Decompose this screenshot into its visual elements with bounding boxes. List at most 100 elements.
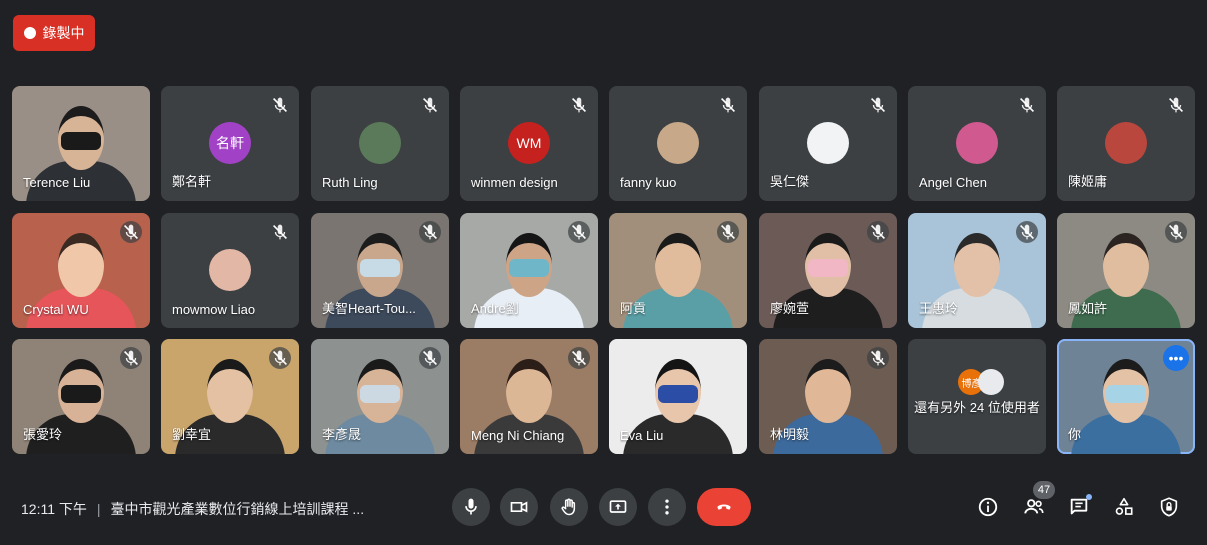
others-avatar <box>977 369 1004 395</box>
mic-off-icon <box>867 347 889 369</box>
mic-off-icon <box>568 94 590 116</box>
participant-name: Angel Chen <box>919 175 987 190</box>
self-view-tile[interactable]: ••• 你 <box>1057 339 1195 454</box>
participant-tile[interactable]: Andre劉 <box>460 213 598 328</box>
participant-grid: Terence Liu 名軒 鄭名軒 Ruth Ling WM winmen design… <box>12 86 1195 454</box>
participant-tile[interactable]: 林明毅 <box>759 339 897 454</box>
activities-icon <box>1115 497 1133 515</box>
participant-tile[interactable]: 鳳如許 <box>1057 213 1195 328</box>
participant-avatar <box>359 122 401 164</box>
mic-off-icon <box>1165 94 1187 116</box>
raise-hand-icon <box>561 498 576 516</box>
participant-tile[interactable]: 王惠玲 <box>908 213 1046 328</box>
meeting-info: 12:11 下午 | 臺中市觀光產業數位行銷線上培訓課程 ... <box>21 499 364 519</box>
participant-name: 鳳如許 <box>1068 301 1108 316</box>
participant-tile[interactable]: Crystal WU <box>12 213 150 328</box>
mic-off-icon <box>568 221 590 243</box>
participant-tile[interactable]: 美智Heart-Tou... <box>311 213 449 328</box>
mic-off-icon <box>867 94 889 116</box>
participant-name: 劉幸宜 <box>172 427 212 442</box>
participant-tile[interactable]: 阿貢 <box>609 213 747 328</box>
meeting-details-button[interactable] <box>975 494 1001 520</box>
participant-tile[interactable]: 陳姬庸 <box>1057 86 1195 201</box>
participant-name: 阿貢 <box>620 301 647 316</box>
meeting-info-separator: | <box>96 501 101 517</box>
participant-name: Andre劉 <box>471 301 519 316</box>
participant-tile[interactable]: 博彥 還有另外 24 位使用者 <box>908 339 1046 454</box>
participant-name: 廖婉萱 <box>770 301 810 316</box>
participant-tile[interactable]: Ruth Ling <box>311 86 449 201</box>
participant-tile[interactable]: 張愛玲 <box>12 339 150 454</box>
chat-button[interactable] <box>1066 494 1092 520</box>
participant-name: 你 <box>1068 427 1082 442</box>
recording-indicator: 錄製中 <box>13 15 95 51</box>
participant-tile[interactable]: Terence Liu <box>12 86 150 201</box>
participant-avatar <box>956 122 998 164</box>
participant-tile[interactable]: 李彥晟 <box>311 339 449 454</box>
chat-notification-dot <box>1086 494 1092 500</box>
bottom-toolbar: 12:11 下午 | 臺中市觀光產業數位行銷線上培訓課程 ... 47 <box>0 481 1207 538</box>
participant-name: 鄭名軒 <box>172 174 212 189</box>
present-screen-button[interactable] <box>599 488 637 526</box>
more-options-button[interactable] <box>648 488 686 526</box>
participant-name: Eva Liu <box>620 428 664 443</box>
mic-off-icon <box>867 221 889 243</box>
participant-name: mowmow Liao <box>172 302 256 317</box>
participant-name: 林明毅 <box>770 427 810 442</box>
participant-tile[interactable]: Meng Ni Chiang <box>460 339 598 454</box>
mic-icon <box>465 498 477 515</box>
participants-count-badge: 47 <box>1033 481 1055 499</box>
mic-off-icon <box>120 221 142 243</box>
meeting-time: 12:11 下午 <box>21 501 87 517</box>
raise-hand-button[interactable] <box>550 488 588 526</box>
participant-tile[interactable]: Angel Chen <box>908 86 1046 201</box>
participant-name: Meng Ni Chiang <box>471 428 565 443</box>
mic-off-icon <box>419 221 441 243</box>
mic-off-icon <box>1016 221 1038 243</box>
mic-off-icon <box>1016 94 1038 116</box>
participant-avatar <box>657 122 699 164</box>
participant-avatar: 名軒 <box>209 122 251 164</box>
people-button[interactable]: 47 <box>1021 481 1055 520</box>
meeting-title: 臺中市觀光產業數位行銷線上培訓課程 ... <box>110 501 365 517</box>
participant-tile[interactable]: 廖婉萱 <box>759 213 897 328</box>
participant-name: fanny kuo <box>620 175 677 190</box>
participant-avatar: WM <box>508 122 550 164</box>
end-call-button[interactable] <box>697 488 751 526</box>
participant-name: winmen design <box>471 175 558 190</box>
people-icon <box>1024 499 1044 514</box>
participant-tile[interactable]: 劉幸宜 <box>161 339 299 454</box>
participant-name: 美智Heart-Tou... <box>322 301 416 316</box>
more-options-icon <box>665 499 669 515</box>
mic-off-icon <box>717 221 739 243</box>
mic-off-icon <box>269 221 291 243</box>
mic-off-icon <box>269 94 291 116</box>
participant-name: Terence Liu <box>23 175 91 190</box>
mic-off-icon <box>1165 221 1187 243</box>
participant-tile[interactable]: 吳仁傑 <box>759 86 897 201</box>
participant-tile[interactable]: WM winmen design <box>460 86 598 201</box>
participant-name: 李彥晟 <box>322 427 362 442</box>
participant-name: 王惠玲 <box>919 301 959 316</box>
mic-button[interactable] <box>452 488 490 526</box>
present-screen-icon <box>609 500 627 513</box>
more-options-icon[interactable]: ••• <box>1163 345 1189 371</box>
mic-off-icon <box>568 347 590 369</box>
participant-name: Crystal WU <box>23 302 89 317</box>
participant-tile[interactable]: 名軒鄭名軒 <box>161 86 299 201</box>
others-count-label: 還有另外 24 位使用者 <box>914 400 1040 415</box>
activities-button[interactable] <box>1111 494 1137 520</box>
mic-off-icon <box>717 94 739 116</box>
camera-button[interactable] <box>500 488 538 526</box>
participant-avatar <box>807 122 849 164</box>
participant-name: 陳姬庸 <box>1068 174 1108 189</box>
participant-tile[interactable]: fanny kuo <box>609 86 747 201</box>
mic-off-icon <box>269 347 291 369</box>
info-icon <box>978 497 998 517</box>
participant-avatar <box>209 249 251 291</box>
participant-tile[interactable]: Eva Liu <box>609 339 747 454</box>
participant-name: 吳仁傑 <box>770 174 810 189</box>
host-controls-icon <box>1160 497 1178 517</box>
host-controls-button[interactable] <box>1156 494 1182 520</box>
participant-tile[interactable]: mowmow Liao <box>161 213 299 328</box>
